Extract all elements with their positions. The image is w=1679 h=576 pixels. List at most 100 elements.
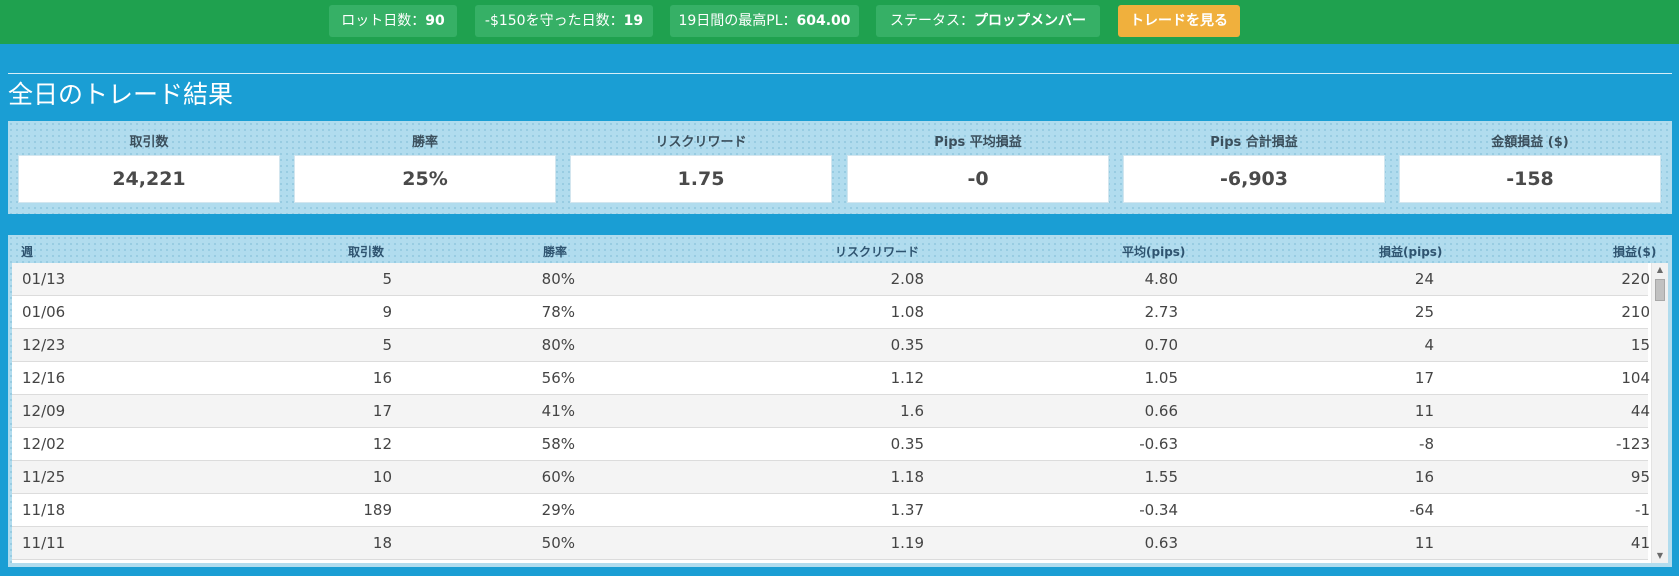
table-row[interactable]: 12/16 16 56% 1.12 1.05 17 104 xyxy=(12,362,1650,395)
stat-value-pips-total: -6,903 xyxy=(1123,155,1385,203)
column-header-win-rate[interactable]: 勝率 xyxy=(543,243,567,260)
best-pl-label: 19日間の最高PL： xyxy=(678,13,797,29)
cell-pl-dollar: 15 xyxy=(1630,336,1650,354)
cell-pl-dollar: 95 xyxy=(1630,468,1650,486)
cell-risk-reward: 1.08 xyxy=(890,303,924,321)
cell-trades: 189 xyxy=(363,501,392,519)
cell-pl-dollar: 104 xyxy=(1621,369,1650,387)
cell-trades: 9 xyxy=(382,303,392,321)
table-row[interactable]: 12/23 5 80% 0.35 0.70 4 15 xyxy=(12,329,1650,362)
guard-days-value: 19 xyxy=(623,13,644,29)
cell-win-rate: 50% xyxy=(541,534,575,552)
cell-average-pips: 0.63 xyxy=(1144,534,1178,552)
column-header-pl-pips[interactable]: 損益(pips) xyxy=(1379,243,1442,260)
cell-pl-pips: 17 xyxy=(1414,369,1434,387)
table-row[interactable]: 11/25 10 60% 1.18 1.55 16 95 xyxy=(12,461,1650,494)
summary-stats-panel: 取引数 24,221 勝率 25% リスクリワード 1.75 Pips 平均損益… xyxy=(8,121,1672,214)
stat-value-pips-average: -0 xyxy=(847,155,1109,203)
stat-value-trades: 24,221 xyxy=(18,155,280,203)
status-pill: ステータス：プロップメンバー xyxy=(876,5,1100,37)
scroll-down-arrow-icon[interactable]: ▼ xyxy=(1652,549,1668,563)
cell-week: 11/11 xyxy=(22,534,66,552)
cell-win-rate: 80% xyxy=(541,270,575,288)
stat-value-win-rate: 25% xyxy=(294,155,556,203)
cell-average-pips: 0.66 xyxy=(1144,402,1178,420)
stat-label-pips-average: Pips 平均損益 xyxy=(934,135,1022,150)
cell-pl-pips: -8 xyxy=(1419,435,1434,453)
cell-win-rate: 56% xyxy=(541,369,575,387)
lot-days-value: 90 xyxy=(425,13,445,29)
cell-risk-reward: 1.37 xyxy=(890,501,924,519)
cell-pl-pips: 24 xyxy=(1414,270,1434,288)
stat-label-risk-reward: リスクリワード xyxy=(655,135,747,150)
top-status-bar: ロット日数：90 -$150を守った日数：19 19日間の最高PL：604.00… xyxy=(0,0,1679,44)
stat-label-trades: 取引数 xyxy=(129,135,169,150)
cell-pl-pips: 11 xyxy=(1414,534,1434,552)
cell-average-pips: -0.34 xyxy=(1139,501,1178,519)
cell-average-pips: 1.55 xyxy=(1144,468,1178,486)
cell-risk-reward: 1.19 xyxy=(890,534,924,552)
table-row[interactable]: 11/18 189 29% 1.37 -0.34 -64 -1 xyxy=(12,494,1650,527)
best-pl-pill: 19日間の最高PL：604.00 xyxy=(670,5,859,37)
cell-week: 11/25 xyxy=(22,468,66,486)
column-header-pl-dollar[interactable]: 損益($) xyxy=(1613,243,1656,260)
cell-pl-pips: 11 xyxy=(1414,402,1434,420)
weekly-results-table: 週 取引数 勝率 リスクリワード 平均(pips) 損益(pips) 損益($)… xyxy=(8,235,1672,567)
page-title: 全日のトレード結果 xyxy=(8,80,234,109)
cell-week: 01/13 xyxy=(22,270,66,288)
cell-risk-reward: 0.35 xyxy=(890,336,924,354)
cell-average-pips: 1.05 xyxy=(1144,369,1178,387)
best-pl-value: 604.00 xyxy=(796,13,851,29)
cell-pl-dollar: 220 xyxy=(1621,270,1650,288)
stat-value-dollar-pl: -158 xyxy=(1399,155,1661,203)
cell-trades: 10 xyxy=(372,468,392,486)
cell-risk-reward: 1.18 xyxy=(890,468,924,486)
cell-pl-pips: 25 xyxy=(1414,303,1434,321)
cell-risk-reward: 1.12 xyxy=(890,369,924,387)
cell-pl-dollar: 44 xyxy=(1630,402,1650,420)
table-row[interactable]: 12/02 12 58% 0.35 -0.63 -8 -123 xyxy=(12,428,1650,461)
cell-pl-pips: 16 xyxy=(1414,468,1434,486)
view-trades-button[interactable]: トレードを見る xyxy=(1118,5,1240,37)
cell-week: 12/02 xyxy=(22,435,66,453)
column-header-week[interactable]: 週 xyxy=(21,243,33,260)
cell-trades: 5 xyxy=(382,336,392,354)
guard-days-pill: -$150を守った日数：19 xyxy=(475,5,653,37)
cell-risk-reward: 0.35 xyxy=(890,435,924,453)
cell-average-pips: 4.80 xyxy=(1144,270,1178,288)
column-header-risk-reward[interactable]: リスクリワード xyxy=(835,243,919,260)
cell-win-rate: 60% xyxy=(541,468,575,486)
table-row[interactable]: 01/13 5 80% 2.08 4.80 24 220 xyxy=(12,263,1650,296)
cell-win-rate: 41% xyxy=(541,402,575,420)
cell-week: 01/06 xyxy=(22,303,66,321)
cell-trades: 17 xyxy=(372,402,392,420)
table-row[interactable]: 11/11 18 50% 1.19 0.63 11 41 xyxy=(12,527,1650,560)
cell-pl-pips: -64 xyxy=(1409,501,1435,519)
table-row[interactable]: 12/09 17 41% 1.6 0.66 11 44 xyxy=(12,395,1650,428)
cell-risk-reward: 2.08 xyxy=(890,270,924,288)
column-header-trades[interactable]: 取引数 xyxy=(348,243,384,260)
table-scrollbar[interactable]: ▲ ▼ xyxy=(1651,263,1668,563)
stat-label-dollar-pl: 金額損益 ($) xyxy=(1491,135,1569,150)
table-header: 週 取引数 勝率 リスクリワード 平均(pips) 損益(pips) 損益($) xyxy=(12,235,1668,263)
stat-label-pips-total: Pips 合計損益 xyxy=(1210,135,1298,150)
cell-win-rate: 78% xyxy=(541,303,575,321)
table-row[interactable]: 01/06 9 78% 1.08 2.73 25 210 xyxy=(12,296,1650,329)
stat-label-win-rate: 勝率 xyxy=(411,135,438,150)
cell-win-rate: 29% xyxy=(541,501,575,519)
table-body[interactable]: 01/13 5 80% 2.08 4.80 24 220 01/06 9 78% 1.08 2.73 2… xyxy=(12,263,1668,563)
cell-pl-dollar: -123 xyxy=(1615,435,1650,453)
column-header-average-pips[interactable]: 平均(pips) xyxy=(1122,243,1185,260)
stat-value-risk-reward: 1.75 xyxy=(570,155,832,203)
cell-week: 11/18 xyxy=(22,501,66,519)
cell-average-pips: -0.63 xyxy=(1139,435,1178,453)
cell-week: 12/16 xyxy=(22,369,66,387)
scrollbar-thumb[interactable] xyxy=(1655,279,1665,301)
cell-risk-reward: 1.6 xyxy=(900,402,924,420)
scroll-up-arrow-icon[interactable]: ▲ xyxy=(1652,263,1668,277)
lot-days-label: ロット日数： xyxy=(341,13,426,29)
cell-average-pips: 0.70 xyxy=(1144,336,1178,354)
status-label: ステータス： xyxy=(890,13,974,29)
cell-pl-dollar: 41 xyxy=(1630,534,1650,552)
cell-trades: 16 xyxy=(372,369,392,387)
